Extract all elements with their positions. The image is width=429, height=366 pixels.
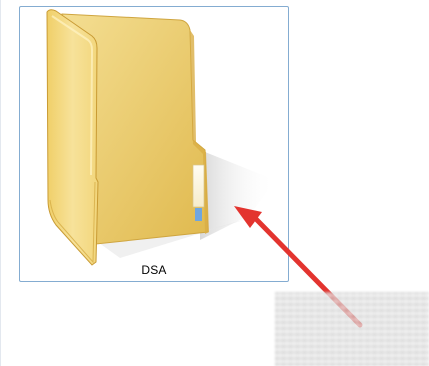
watermark <box>275 292 429 366</box>
